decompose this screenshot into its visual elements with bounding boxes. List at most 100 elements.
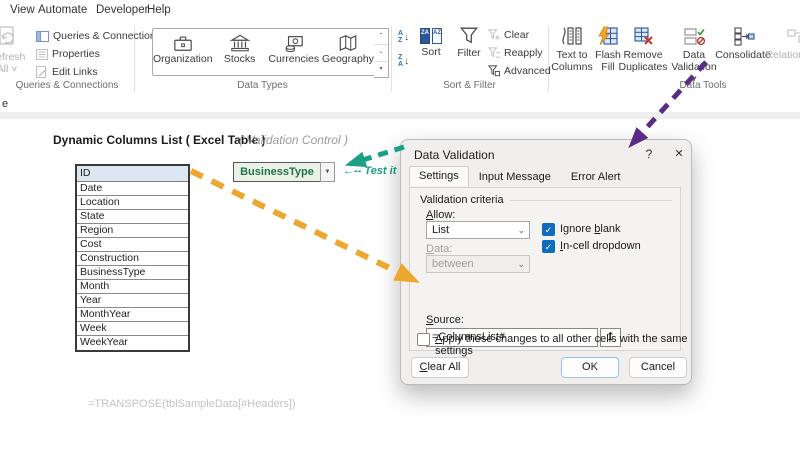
apply-changes-checkbox[interactable] — [417, 333, 430, 346]
text-to-columns-icon — [560, 25, 584, 47]
tab-input-message[interactable]: Input Message — [469, 167, 561, 187]
settings-tab-page: Validation criteria Allow: List ⌄ ✓ Igno… — [409, 187, 681, 351]
table-row[interactable]: Location — [77, 196, 188, 210]
ribbon: Refresh All ˅ Queries & Connections Prop… — [0, 22, 800, 99]
tab-error-alert[interactable]: Error Alert — [561, 167, 631, 187]
refresh-label-line1: Refresh — [0, 51, 25, 63]
tab-settings[interactable]: Settings — [409, 166, 469, 186]
table-row[interactable]: Year — [77, 294, 188, 308]
sort-button[interactable]: ZA AZ Sort — [414, 25, 448, 58]
clear-filter-icon — [488, 29, 500, 41]
edit-links-button[interactable]: Edit Links — [36, 64, 98, 80]
datatype-currencies[interactable]: Currencies — [267, 29, 321, 75]
allow-label: Allow: — [426, 209, 455, 221]
az-letter-bottom: Z — [398, 37, 403, 44]
geography-map-icon — [336, 33, 360, 53]
tab-view[interactable]: View — [10, 4, 35, 16]
refresh-icon — [0, 25, 18, 49]
cancel-button[interactable]: Cancel — [629, 357, 687, 378]
queries-connections-button[interactable]: Queries & Connections — [36, 28, 161, 44]
queries-connections-label: Queries & Connections — [53, 30, 161, 42]
sort-ascending-button[interactable]: AZ ↓ — [398, 30, 409, 44]
table-row[interactable]: State — [77, 210, 188, 224]
incell-dropdown-checkbox[interactable]: ✓ — [542, 240, 555, 253]
ignore-blank-label: Ignore blank — [560, 223, 621, 235]
datatype-stocks[interactable]: Stocks — [213, 29, 267, 75]
validation-cell-dropdown-button[interactable]: ▼ — [320, 162, 335, 182]
ignore-blank-checkbox[interactable]: ✓ — [542, 223, 555, 236]
relationships-button[interactable]: Relationships — [752, 25, 800, 61]
za-letter-bottom: A — [398, 61, 403, 68]
table-row[interactable]: WeekYear — [77, 336, 188, 350]
ribbon-tab-bar: View Automate Developer Help — [0, 0, 800, 22]
table-row[interactable]: MonthYear — [77, 308, 188, 322]
chevron-down-icon: ⌄ — [517, 222, 525, 238]
properties-label: Properties — [52, 48, 100, 60]
gallery-scroll-up[interactable]: ⌃ — [374, 29, 388, 45]
az-letter-top: A — [398, 30, 403, 37]
organization-briefcase-icon — [171, 33, 195, 53]
table-row[interactable]: Week — [77, 322, 188, 336]
reapply-filter-button[interactable]: Reapply — [488, 45, 543, 61]
data-validation-button[interactable]: Data Validation ˅ — [670, 25, 718, 85]
data-validation-dialog: Data Validation ? ✕ Settings Input Messa… — [400, 139, 692, 385]
data-validation-label2: Validation — [671, 61, 716, 73]
apply-changes-label: Apply these changes to all other cells w… — [435, 333, 691, 357]
sort-down-arrow: ↓ — [404, 32, 409, 43]
data-select: between ⌄ — [426, 255, 530, 273]
stocks-label: Stocks — [224, 53, 256, 65]
text-to-columns-label2: Columns — [551, 61, 592, 73]
incell-dropdown-label: In-cell dropdown — [560, 240, 641, 252]
text-to-columns-button[interactable]: Text to Columns — [549, 25, 595, 73]
refresh-label-line2: All — [0, 63, 8, 75]
advanced-filter-button[interactable]: Advanced — [488, 63, 551, 79]
clear-filter-button[interactable]: Clear — [488, 27, 529, 43]
tab-help[interactable]: Help — [147, 4, 171, 16]
validation-cell[interactable]: BusinessType — [233, 162, 321, 182]
group-label-datatools: Data Tools — [548, 80, 800, 91]
stocks-bank-icon — [228, 33, 252, 53]
filter-button[interactable]: Filter — [452, 25, 486, 59]
relationships-icon — [785, 25, 800, 47]
gallery-more-button[interactable]: ▾ — [374, 62, 388, 77]
table-row[interactable]: Construction — [77, 252, 188, 266]
data-label: Data: — [426, 243, 452, 255]
dialog-help-button[interactable]: ? — [641, 147, 657, 161]
queries-connections-icon — [36, 31, 49, 42]
advanced-filter-label: Advanced — [504, 65, 551, 77]
table-row[interactable]: Date — [77, 182, 188, 196]
tab-automate[interactable]: Automate — [38, 4, 87, 16]
transpose-formula-cell[interactable]: =TRANSPOSE(tblSampleData[#Headers]) — [88, 398, 296, 410]
datatype-geography[interactable]: Geography — [321, 29, 375, 75]
datatype-organization[interactable]: Organization — [153, 29, 213, 75]
properties-button[interactable]: Properties — [36, 46, 100, 62]
za-letter-top: Z — [398, 54, 403, 61]
gallery-scroll-down[interactable]: ⌄ — [374, 45, 388, 61]
filter-funnel-icon — [458, 25, 480, 45]
table-row[interactable]: BusinessType — [77, 266, 188, 280]
tab-developer[interactable]: Developer — [96, 4, 148, 16]
reapply-filter-icon — [488, 47, 500, 59]
columns-list-table: ID Date Location State Region Cost Const… — [75, 164, 190, 352]
sort-descending-button[interactable]: ZA ↓ — [398, 54, 409, 68]
clear-all-button[interactable]: Clear All — [411, 357, 469, 378]
table-row[interactable]: Month — [77, 280, 188, 294]
dialog-tabs: Settings Input Message Error Alert — [409, 167, 630, 187]
table-header-cell[interactable]: ID — [77, 166, 188, 182]
text-to-columns-label1: Text to — [557, 49, 588, 61]
ok-button[interactable]: OK — [561, 357, 619, 378]
dialog-close-button[interactable]: ✕ — [671, 147, 687, 160]
data-types-gallery: Organization Stocks Currencies — [152, 28, 376, 76]
refresh-all-button[interactable]: Refresh All ˅ — [0, 25, 28, 75]
dialog-title: Data Validation — [414, 148, 495, 162]
allow-select[interactable]: List ⌄ — [426, 221, 530, 239]
table-row[interactable]: Cost — [77, 238, 188, 252]
organization-label: Organization — [153, 53, 213, 65]
group-label-sortfilter: Sort & Filter — [391, 80, 548, 91]
remove-duplicates-button[interactable]: Remove Duplicates — [616, 25, 670, 73]
sort-icon: ZA AZ — [420, 28, 442, 44]
table-row[interactable]: Region — [77, 224, 188, 238]
validation-criteria-heading: Validation criteria — [420, 194, 504, 206]
formula-bar[interactable]: e — [0, 97, 800, 113]
gallery-scroll-control: ⌃ ⌄ ▾ — [374, 28, 389, 78]
